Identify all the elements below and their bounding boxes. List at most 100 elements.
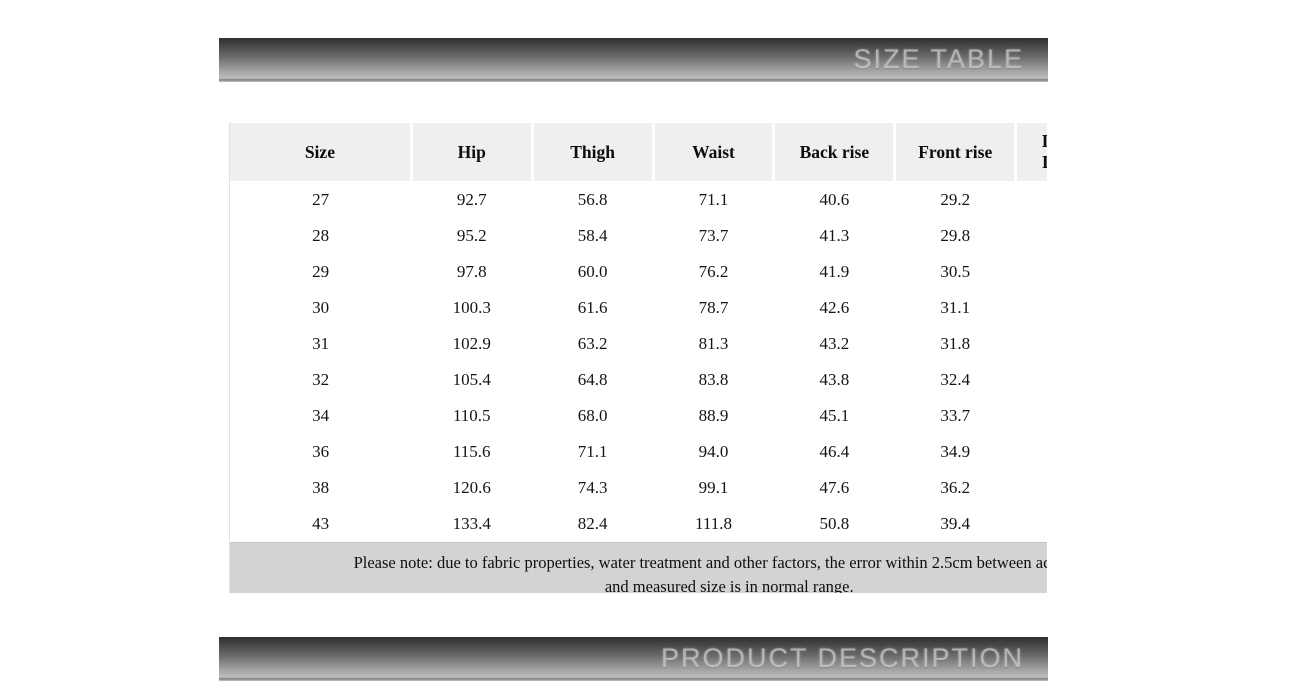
product-description-banner-title: PRODUCT DESCRIPTION [660,642,1024,673]
cell-back-rise: 41.3 [773,218,895,254]
size-note: Please note: due to fabric properties, w… [230,542,1047,593]
cell-size: 28 [230,218,412,254]
table-row: 2895.258.473.741.329.866.097.2 [230,218,1047,254]
cell-waist: 83.8 [653,362,774,398]
cell-inseam-length: 66.0 [1015,181,1047,218]
column-header-inseam-line1: Inseam [1042,131,1047,151]
cell-inseam-length: 66.0 [1015,506,1047,543]
cell-hip: 115.6 [411,434,533,470]
cell-hip: 92.7 [411,181,533,218]
cell-waist: 71.1 [653,181,774,218]
cell-thigh: 74.3 [532,470,654,506]
cell-waist: 78.7 [653,290,774,326]
table-row: 30100.361.678.742.631.166.098.4 [230,290,1047,326]
cell-back-rise: 41.9 [773,254,895,290]
cell-hip: 105.4 [411,362,533,398]
cell-inseam-length: 66.0 [1015,254,1047,290]
column-header-thigh: Thigh [530,123,655,182]
column-header-front-rise: Front rise [893,123,1018,182]
table-row: 32105.464.883.843.832.466.099.7 [230,362,1047,398]
size-table-container: Size Hip Thigh Waist Back rise Front ris… [229,123,1047,593]
cell-thigh: 71.1 [532,434,654,470]
cell-front-rise: 31.8 [894,326,1016,362]
cell-size: 43 [230,506,412,543]
cell-hip: 100.3 [411,290,533,326]
cell-waist: 111.8 [653,506,774,543]
cell-back-rise: 43.8 [773,362,895,398]
cell-back-rise: 43.2 [773,326,895,362]
cell-waist: 88.9 [653,398,774,434]
cell-inseam-length: 66.0 [1015,434,1047,470]
table-row: 38120.674.399.147.636.266.0103.5 [230,470,1047,506]
size-note-line-1: Please note: due to fabric properties, w… [353,553,1047,573]
cell-hip: 102.9 [411,326,533,362]
cell-size: 29 [230,254,412,290]
cell-thigh: 60.0 [532,254,654,290]
cell-inseam-length: 66.0 [1015,362,1047,398]
cell-size: 36 [230,434,412,470]
cell-thigh: 56.8 [532,181,654,218]
table-body: 2792.756.871.140.629.266.096.52895.258.4… [230,181,1047,543]
cell-waist: 73.7 [653,218,774,254]
page-root: SIZE TABLE Size Hip Thigh Waist Back ris… [0,0,1300,700]
cell-front-rise: 31.1 [894,290,1016,326]
column-header-back-rise: Back rise [772,123,897,182]
cell-inseam-length: 66.0 [1015,218,1047,254]
cell-back-rise: 46.4 [773,434,895,470]
cell-thigh: 68.0 [532,398,654,434]
cell-hip: 120.6 [411,470,533,506]
column-header-inseam-line2: Length [1042,152,1047,172]
cell-thigh: 82.4 [532,506,654,543]
cell-size: 31 [230,326,412,362]
cell-back-rise: 40.6 [773,181,895,218]
cell-thigh: 63.2 [532,326,654,362]
table-row: 34110.568.088.945.133.766.0101.0 [230,398,1047,434]
column-header-inseam-length: Inseam Length [1014,123,1047,182]
cell-waist: 76.2 [653,254,774,290]
cell-thigh: 58.4 [532,218,654,254]
cell-waist: 94.0 [653,434,774,470]
cell-size: 27 [230,181,412,218]
cell-inseam-length: 66.0 [1015,326,1047,362]
table-row: 36115.671.194.046.434.966.0102.2 [230,434,1047,470]
cell-front-rise: 32.4 [894,362,1016,398]
cell-back-rise: 50.8 [773,506,895,543]
cell-size: 30 [230,290,412,326]
column-header-hip: Hip [409,123,534,182]
cell-hip: 133.4 [411,506,533,543]
cell-back-rise: 45.1 [773,398,895,434]
cell-hip: 110.5 [411,398,533,434]
table-note-row: Please note: due to fabric properties, w… [230,542,1047,593]
table-row: 2997.860.076.241.930.566.097.8 [230,254,1047,290]
table-row: 31102.963.281.343.231.866.099.1 [230,326,1047,362]
cell-front-rise: 29.8 [894,218,1016,254]
table-row: 43133.482.4111.850.839.466.0106.7 [230,506,1047,543]
size-table-banner-title: SIZE TABLE [853,43,1024,74]
table-row: 2792.756.871.140.629.266.096.5 [230,181,1047,218]
cell-waist: 99.1 [653,470,774,506]
cell-inseam-length: 66.0 [1015,290,1047,326]
cell-hip: 95.2 [411,218,533,254]
size-table-banner: SIZE TABLE [219,38,1048,82]
cell-front-rise: 36.2 [894,470,1016,506]
cell-size: 38 [230,470,412,506]
cell-thigh: 64.8 [532,362,654,398]
size-note-line-2: and measured size is in normal range. [604,577,854,593]
cell-back-rise: 42.6 [773,290,895,326]
cell-front-rise: 30.5 [894,254,1016,290]
cell-front-rise: 39.4 [894,506,1016,543]
cell-front-rise: 34.9 [894,434,1016,470]
column-header-waist: Waist [651,123,776,182]
cell-size: 34 [230,398,412,434]
cell-inseam-length: 66.0 [1015,470,1047,506]
column-header-size: Size [230,123,413,182]
cell-back-rise: 47.6 [773,470,895,506]
cell-size: 32 [230,362,412,398]
cell-front-rise: 29.2 [894,181,1016,218]
table-header-row: Size Hip Thigh Waist Back rise Front ris… [230,123,1047,182]
cell-waist: 81.3 [653,326,774,362]
cell-thigh: 61.6 [532,290,654,326]
cell-hip: 97.8 [411,254,533,290]
cell-front-rise: 33.7 [894,398,1016,434]
product-description-banner: PRODUCT DESCRIPTION [219,637,1048,681]
